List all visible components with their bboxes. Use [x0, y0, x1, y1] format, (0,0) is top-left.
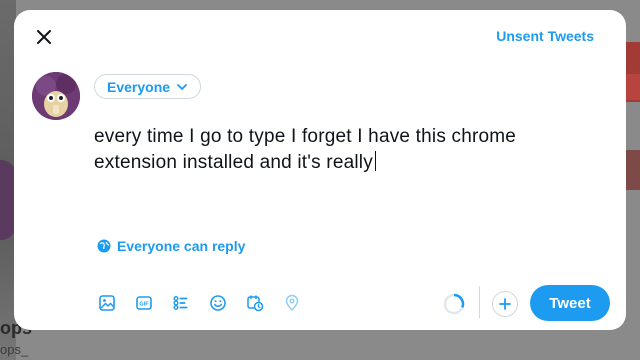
avatar-image	[32, 72, 80, 120]
audience-selector[interactable]: Everyone	[94, 74, 202, 99]
audience-label: Everyone	[107, 78, 171, 95]
svg-text:GIF: GIF	[139, 302, 149, 308]
location-icon	[285, 294, 299, 312]
emoji-icon	[210, 295, 226, 311]
compose-tweet-modal: Unsent Tweets Everyone every time I go t…	[14, 10, 626, 330]
tweet-text-line-1: every time I go to type I forget I have …	[94, 126, 517, 147]
tweet-text-input[interactable]: every time I go to type I forget I have …	[94, 124, 594, 176]
tweet-button[interactable]: Tweet	[530, 285, 610, 321]
poll-icon	[173, 296, 188, 310]
background-right-banner-lower	[624, 150, 640, 190]
poll-button[interactable]	[168, 290, 194, 316]
background-profile-handle: ops_	[0, 342, 29, 357]
image-icon	[99, 295, 115, 311]
gif-button[interactable]: GIF	[131, 290, 157, 316]
character-count-progress	[443, 293, 465, 315]
gif-icon: GIF	[136, 296, 152, 310]
unsent-tweets-link[interactable]: Unsent Tweets	[496, 28, 594, 44]
reply-setting-button[interactable]: Everyone can reply	[97, 238, 245, 254]
schedule-button[interactable]	[242, 290, 268, 316]
tweet-text-line-2-wrap: extension installed and it's really	[94, 150, 594, 176]
avatar[interactable]	[32, 72, 80, 120]
close-icon	[37, 30, 51, 44]
tweet-text-line-2: extension installed and it's really	[94, 152, 373, 173]
media-button[interactable]	[94, 290, 120, 316]
add-tweet-button[interactable]	[492, 291, 518, 317]
close-button[interactable]	[32, 25, 56, 49]
schedule-icon	[247, 295, 264, 312]
reply-setting-label: Everyone can reply	[117, 238, 246, 254]
background-right-banner-accent	[624, 74, 640, 100]
emoji-button[interactable]	[205, 290, 231, 316]
plus-icon	[499, 298, 511, 310]
toolbar-divider	[479, 286, 480, 318]
location-button[interactable]	[279, 290, 305, 316]
text-caret	[374, 151, 376, 171]
chevron-down-icon	[177, 83, 187, 90]
compose-toolbar: GIF	[94, 290, 305, 316]
globe-icon	[97, 239, 111, 253]
